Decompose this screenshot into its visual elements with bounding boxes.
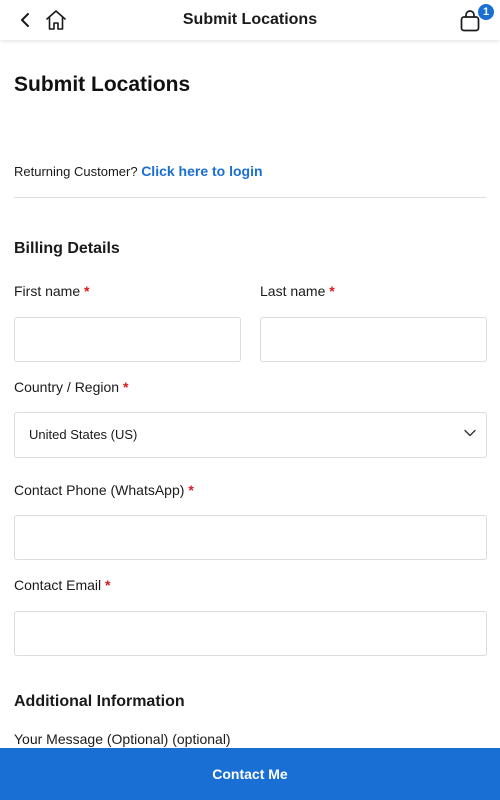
- country-label-text: Country / Region: [14, 379, 120, 395]
- cart-button[interactable]: 1: [458, 4, 494, 36]
- contact-phone-label-text: Contact Phone (WhatsApp): [14, 482, 185, 498]
- contact-email-label: Contact Email *: [14, 577, 111, 593]
- first-name-label-text: First name: [14, 283, 81, 299]
- contact-email-label-text: Contact Email: [14, 577, 102, 593]
- shopping-bag-icon: [460, 10, 480, 32]
- required-asterisk: *: [105, 577, 111, 593]
- message-label: Your Message (Optional) (optional): [14, 731, 231, 747]
- required-asterisk: *: [84, 283, 90, 299]
- required-asterisk: *: [329, 283, 335, 299]
- contact-phone-input[interactable]: [14, 515, 487, 560]
- cart-count-badge: 1: [478, 4, 494, 20]
- country-label: Country / Region *: [14, 379, 128, 395]
- back-button[interactable]: [14, 9, 36, 31]
- required-asterisk: *: [122, 379, 129, 395]
- contact-phone-label: Contact Phone (WhatsApp) *: [14, 482, 194, 498]
- last-name-input[interactable]: [260, 317, 487, 362]
- checkout-form: Submit Locations Returning Customer? Cli…: [0, 40, 500, 748]
- country-select[interactable]: United States (US): [14, 412, 487, 458]
- last-name-label-text: Last name: [260, 283, 326, 299]
- chevron-down-icon: [464, 429, 476, 437]
- returning-customer-notice: Returning Customer? Click here to login: [14, 163, 263, 179]
- contact-me-button[interactable]: Contact Me: [0, 748, 500, 800]
- last-name-label: Last name *: [260, 283, 335, 299]
- page-title: Submit Locations: [14, 73, 191, 96]
- returning-customer-text: Returning Customer?: [14, 164, 138, 179]
- billing-details-heading: Billing Details: [14, 240, 120, 257]
- chevron-left-icon: [21, 13, 29, 27]
- first-name-input[interactable]: [14, 317, 241, 362]
- first-name-label: First name *: [14, 283, 89, 299]
- country-select-value: United States (US): [29, 427, 138, 442]
- top-app-bar: Submit Locations 1: [0, 0, 500, 40]
- divider: [14, 197, 486, 198]
- login-link[interactable]: Click here to login: [141, 163, 262, 179]
- contact-email-input[interactable]: [14, 611, 487, 656]
- home-button[interactable]: [42, 6, 70, 34]
- additional-information-heading: Additional Information: [14, 693, 185, 710]
- home-icon: [46, 10, 66, 30]
- required-asterisk: *: [188, 482, 194, 498]
- header-title: Submit Locations: [182, 11, 318, 28]
